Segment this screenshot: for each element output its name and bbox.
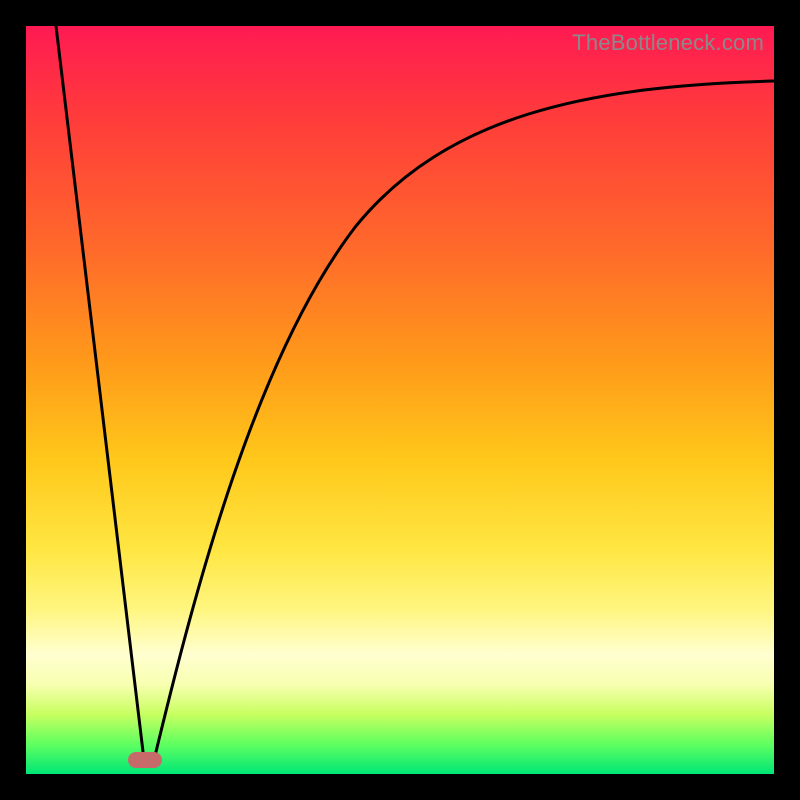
optimum-marker bbox=[128, 752, 162, 768]
curve-right-segment bbox=[154, 81, 774, 760]
curve-left-segment bbox=[56, 26, 144, 760]
chart-frame: TheBottleneck.com bbox=[0, 0, 800, 800]
plot-area: TheBottleneck.com bbox=[26, 26, 774, 774]
bottleneck-curve bbox=[26, 26, 774, 774]
